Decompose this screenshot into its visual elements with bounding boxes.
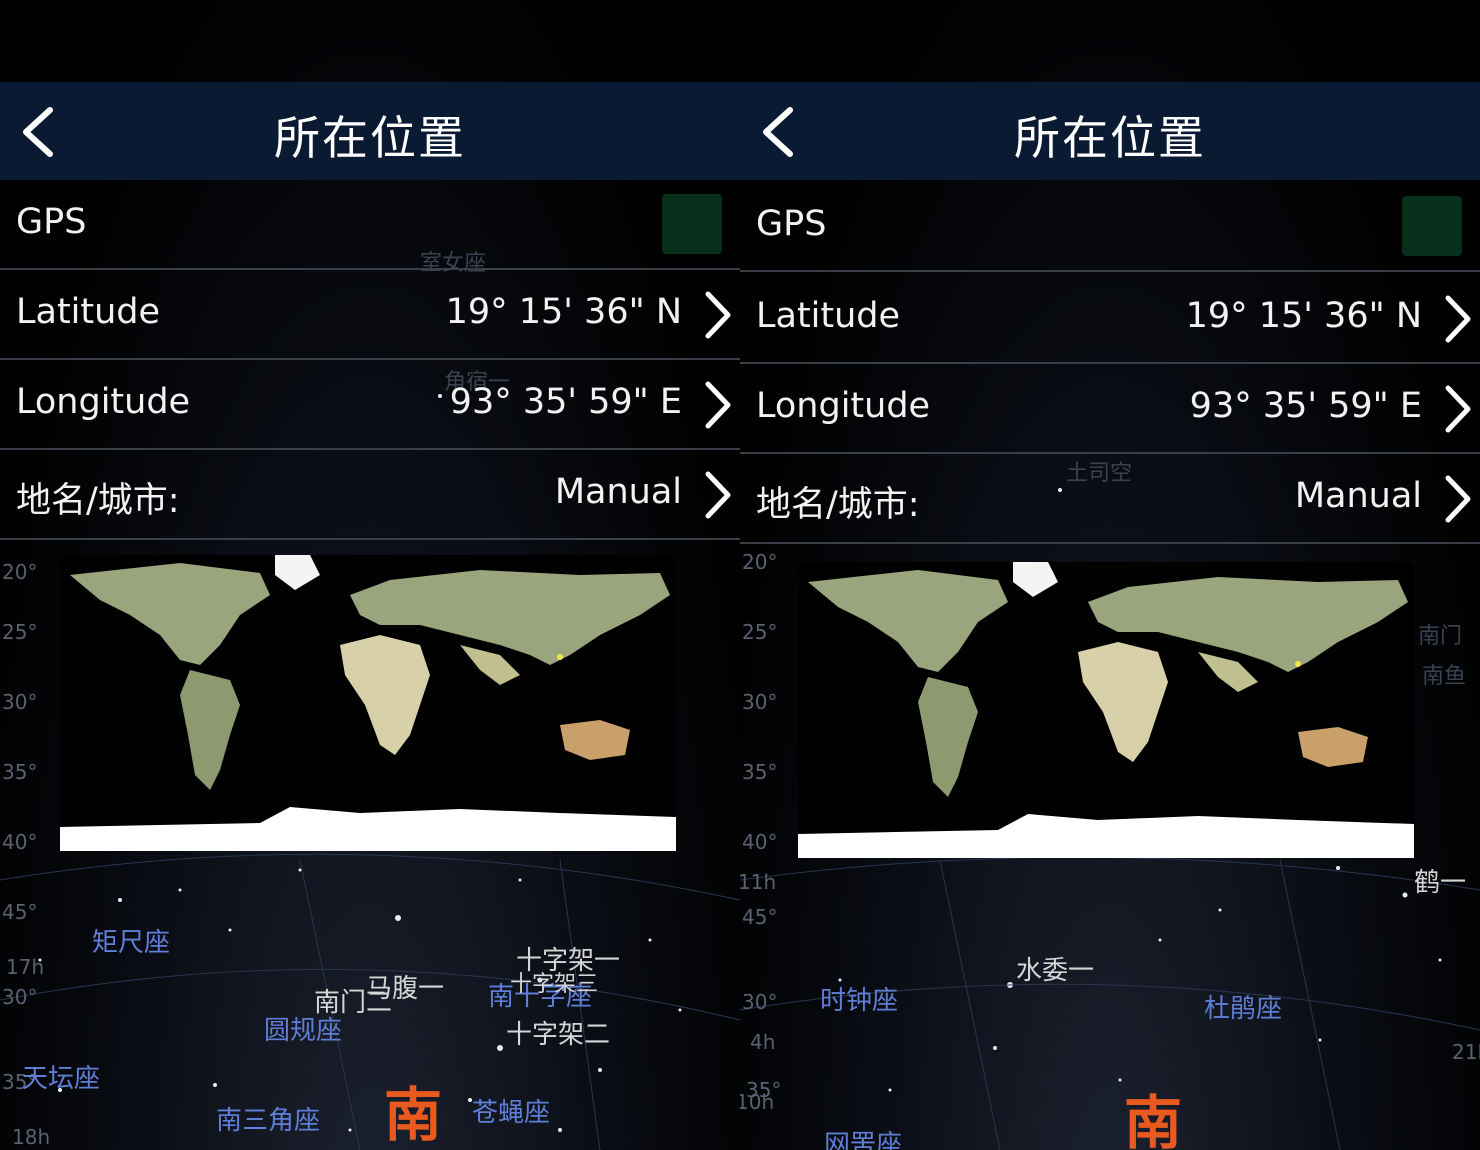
grid-number: 21h: [1452, 1040, 1480, 1064]
gps-row: GPS: [740, 182, 1480, 272]
constellation-label: 南三角座: [216, 1106, 321, 1136]
page-title: 所在位置: [274, 111, 466, 165]
world-map[interactable]: [798, 562, 1414, 858]
location-screen-right: 土司空 南门 南鱼 11h 45° 30° 4h 35° 10h 21h 20°…: [740, 0, 1480, 1150]
grid-number: 30°: [2, 985, 38, 1009]
grid-number: 40°: [742, 830, 778, 854]
location-screen-left: 室女座 角宿一 45° 17h 30° 35° 18h 20° 25° 30° …: [0, 0, 740, 1150]
gps-row: GPS: [0, 180, 740, 270]
grid-number: 11h: [740, 870, 777, 894]
grid-number: 35°: [742, 760, 778, 784]
longitude-label: Longitude: [16, 382, 191, 422]
page-title: 所在位置: [1014, 111, 1206, 165]
faint-label: 南门: [1418, 624, 1463, 649]
star-label: 十字架三: [510, 972, 599, 997]
world-map-image: [798, 562, 1414, 858]
place-label: 地名/城市:: [16, 481, 180, 521]
chevron-right-icon: [705, 471, 731, 519]
header-bar: 所在位置: [740, 82, 1480, 180]
gps-toggle[interactable]: [1402, 196, 1462, 256]
grid-number: 30°: [742, 690, 778, 714]
grid-number: 30°: [742, 990, 778, 1014]
gps-label: GPS: [16, 202, 87, 242]
constellation-label: 天坛座: [22, 1064, 101, 1094]
direction-label: 南: [384, 1081, 443, 1149]
faint-label: 南鱼: [1422, 664, 1467, 689]
grid-number: 45°: [742, 905, 778, 929]
world-map[interactable]: [60, 555, 676, 851]
grid-number: 10h: [740, 1090, 775, 1114]
grid-number: 40°: [2, 830, 38, 854]
latitude-row[interactable]: Latitude 19° 15' 36" N: [0, 270, 740, 360]
constellation-label: 苍蝇座: [472, 1098, 551, 1128]
latitude-label: Latitude: [756, 296, 901, 336]
chevron-right-icon: [705, 381, 731, 429]
grid-number: 20°: [2, 560, 38, 584]
grid-number: 25°: [2, 620, 38, 644]
place-value: Manual: [554, 472, 682, 512]
direction-label: 南: [1124, 1089, 1183, 1150]
longitude-value: 93° 35' 59" E: [1189, 386, 1422, 426]
constellation-label: 网罟座: [824, 1130, 903, 1150]
grid-number: 18h: [12, 1125, 51, 1149]
latitude-row[interactable]: Latitude 19° 15' 36" N: [740, 274, 1480, 364]
latitude-label: Latitude: [16, 292, 161, 332]
constellation-label: 杜鹃座: [1204, 994, 1283, 1024]
longitude-value: 93° 35' 59" E: [449, 382, 682, 422]
chevron-right-icon: [1445, 295, 1471, 343]
chevron-right-icon: [1445, 475, 1471, 523]
world-map-image: [60, 555, 676, 851]
star-label: 鹤一: [1414, 868, 1467, 898]
location-marker: [557, 654, 563, 660]
star-label: 水委一: [1016, 956, 1095, 986]
grid-number: 25°: [742, 620, 778, 644]
latitude-value: 19° 15' 36" N: [1185, 296, 1422, 336]
grid-number: 45°: [2, 900, 38, 924]
location-marker: [1295, 661, 1301, 667]
constellation-label: 矩尺座: [92, 928, 171, 958]
longitude-row[interactable]: Longitude 93° 35' 59" E: [0, 360, 740, 450]
place-row[interactable]: 地名/城市: Manual: [0, 450, 740, 540]
gps-label: GPS: [756, 204, 827, 244]
constellation-label: 时钟座: [820, 986, 899, 1016]
chevron-right-icon: [705, 291, 731, 339]
place-value: Manual: [1294, 476, 1422, 516]
grid-number: 30°: [2, 690, 38, 714]
place-label: 地名/城市:: [756, 485, 920, 525]
latitude-value: 19° 15' 36" N: [445, 292, 682, 332]
grid-number: 20°: [742, 550, 778, 574]
header-bar: 所在位置: [0, 82, 740, 180]
star-label: 十字架二: [506, 1020, 611, 1050]
place-row[interactable]: 地名/城市: Manual: [740, 454, 1480, 544]
longitude-label: Longitude: [756, 386, 931, 426]
gps-toggle[interactable]: [662, 194, 722, 254]
grid-number: 4h: [750, 1030, 776, 1054]
star-label: 马腹一: [366, 974, 445, 1004]
chevron-right-icon: [1445, 385, 1471, 433]
grid-number: 35°: [2, 760, 38, 784]
grid-number: 17h: [6, 955, 45, 979]
longitude-row[interactable]: Longitude 93° 35' 59" E: [740, 364, 1480, 454]
